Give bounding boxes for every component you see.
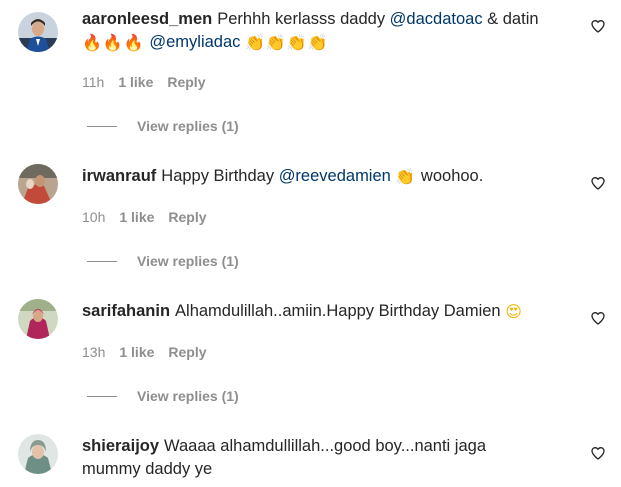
fire-icon: 🔥 bbox=[102, 33, 123, 52]
clapping-hands-icon: 👏 bbox=[245, 33, 265, 52]
comment-likes[interactable]: 1 like bbox=[118, 74, 153, 90]
heart-outline-icon bbox=[591, 447, 605, 460]
comment-timestamp[interactable]: 11h bbox=[82, 74, 104, 90]
view-replies-button[interactable]: View replies (1) bbox=[87, 117, 239, 135]
reply-button[interactable]: Reply bbox=[167, 74, 205, 90]
comment-timestamp[interactable]: 13h bbox=[82, 344, 105, 360]
view-replies-label: View replies (1) bbox=[137, 388, 239, 404]
heart-outline-icon bbox=[591, 312, 605, 325]
reply-button[interactable]: Reply bbox=[168, 344, 206, 360]
mention-link[interactable]: @emyliadac bbox=[149, 33, 240, 51]
comment-body: Alhamdulillah..amiin.Happy Birthday Dami… bbox=[175, 302, 506, 320]
like-comment-button[interactable] bbox=[590, 310, 606, 326]
divider bbox=[87, 260, 117, 262]
divider bbox=[87, 395, 117, 397]
clapping-hands-icon: 👏 bbox=[265, 33, 286, 52]
view-replies-button[interactable]: View replies (1) bbox=[87, 387, 239, 405]
avatar[interactable] bbox=[18, 299, 58, 339]
comment-body: woohoo. bbox=[416, 167, 484, 185]
comment-username[interactable]: irwanrauf bbox=[82, 167, 156, 185]
like-comment-button[interactable] bbox=[590, 445, 606, 461]
avatar[interactable] bbox=[18, 434, 58, 474]
like-comment-button[interactable] bbox=[590, 175, 606, 191]
mention-link[interactable]: @dacdatoac bbox=[390, 10, 483, 28]
comment-text: aaronleesd_men Perhhh kerlasss daddy @dac… bbox=[82, 8, 562, 54]
comment-body: Happy Birthday bbox=[161, 167, 279, 185]
comment-meta: 10h 1 like Reply bbox=[82, 208, 221, 226]
avatar[interactable] bbox=[18, 12, 58, 52]
heart-outline-icon bbox=[591, 20, 605, 33]
view-replies-button[interactable]: View replies (1) bbox=[87, 252, 239, 270]
comment-meta: 13h 1 like Reply bbox=[82, 343, 221, 361]
comment-username[interactable]: shieraijoy bbox=[82, 437, 159, 455]
divider bbox=[87, 125, 117, 127]
clapping-hands-icon: 👏 bbox=[286, 33, 307, 52]
heart-eyes-icon: 😍 bbox=[505, 302, 522, 321]
comment-timestamp[interactable]: 10h bbox=[82, 209, 105, 225]
comment-username[interactable]: sarifahanin bbox=[82, 302, 170, 320]
reply-button[interactable]: Reply bbox=[168, 209, 206, 225]
comment-text: sarifahanin Alhamdulillah..amiin.Happy Bi… bbox=[82, 300, 562, 323]
comment-likes[interactable]: 1 like bbox=[119, 209, 154, 225]
avatar[interactable] bbox=[18, 164, 58, 204]
mention-link[interactable]: @reevedamien bbox=[279, 167, 391, 185]
comment-likes[interactable]: 1 like bbox=[119, 344, 154, 360]
fire-icon: 🔥 bbox=[123, 33, 144, 52]
comment-body: Perhhh kerlasss daddy bbox=[217, 10, 390, 28]
comment-body: & datin bbox=[482, 10, 539, 28]
like-comment-button[interactable] bbox=[590, 18, 606, 34]
fire-icon: 🔥 bbox=[82, 33, 102, 52]
view-replies-label: View replies (1) bbox=[137, 253, 239, 269]
comment-meta: 11h 1 like Reply bbox=[82, 73, 219, 91]
clapping-hands-icon: 👏 bbox=[395, 167, 416, 186]
comment-text: irwanrauf Happy Birthday @reevedamien 👏 w… bbox=[82, 165, 562, 188]
comment-username[interactable]: aaronleesd_men bbox=[82, 10, 212, 28]
comment-text: shieraijoy Waaaa alhamdullillah...good bo… bbox=[82, 435, 522, 481]
view-replies-label: View replies (1) bbox=[137, 118, 239, 134]
clapping-hands-icon: 👏 bbox=[307, 33, 328, 52]
heart-outline-icon bbox=[591, 177, 605, 190]
